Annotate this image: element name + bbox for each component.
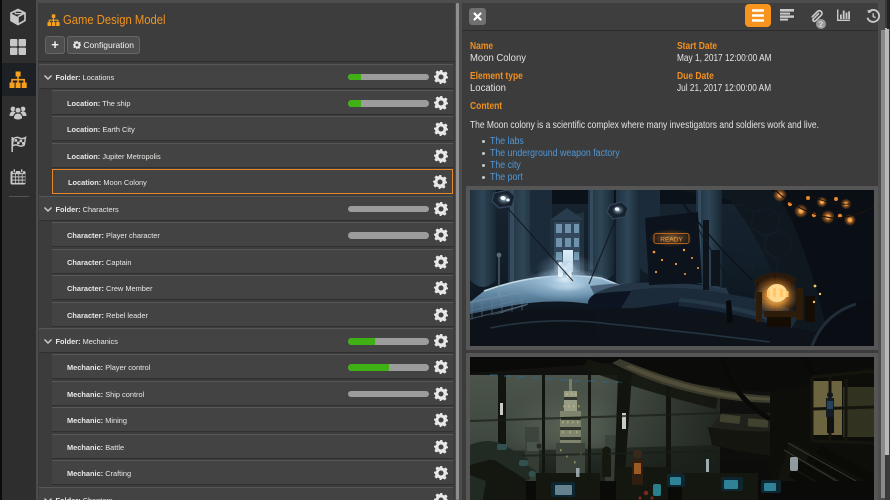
svg-text:2: 2: [819, 20, 823, 29]
